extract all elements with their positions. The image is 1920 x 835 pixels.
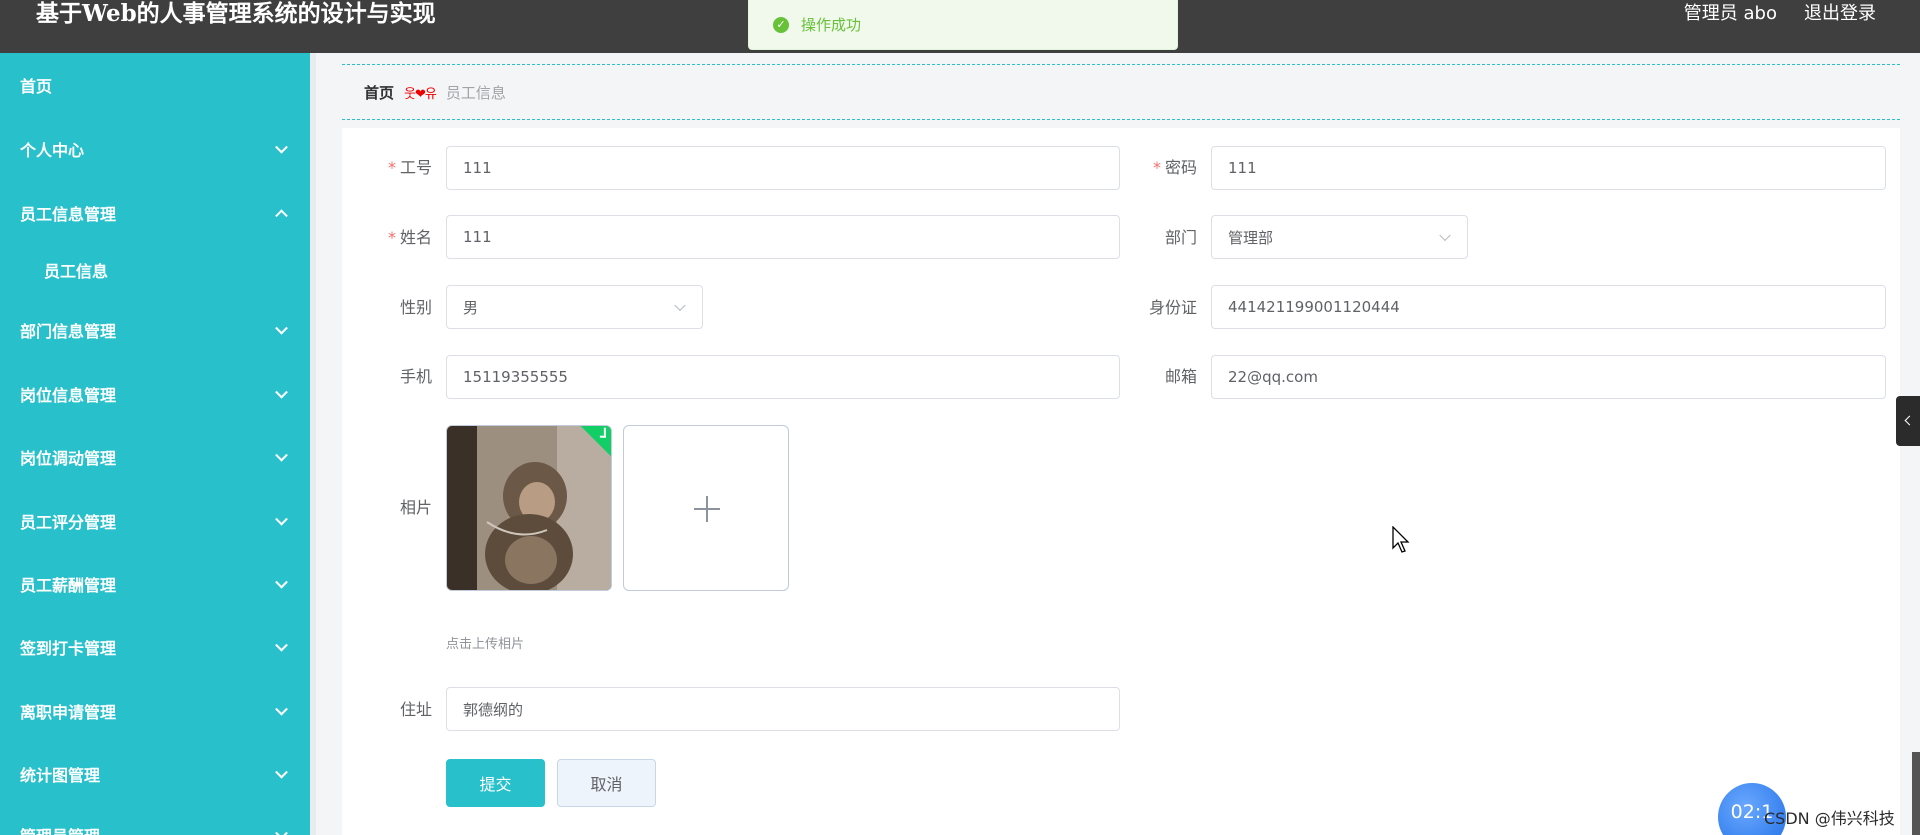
chevron-down-icon xyxy=(275,702,288,716)
scrollbar-edge xyxy=(1912,752,1920,835)
sidebar-item-label: 岗位信息管理 xyxy=(20,386,117,405)
sidebar-item-employee-rating-mgmt[interactable]: 员工评分管理 xyxy=(0,496,310,546)
password-field[interactable]: 111 xyxy=(1211,146,1886,190)
sidebar-item-label: 首页 xyxy=(20,77,53,96)
sidebar-item-post-transfer-mgmt[interactable]: 岗位调动管理 xyxy=(0,432,310,482)
password-label: * 密码 xyxy=(1152,158,1197,177)
gender-select-value: 男 xyxy=(463,298,479,317)
breadcrumb-separator: 웃❤유 xyxy=(404,86,437,102)
sidebar-item-label: 管理员管理 xyxy=(20,823,100,835)
check-circle-icon: ✓ xyxy=(773,16,789,33)
phone-field[interactable]: 15119355555 xyxy=(446,355,1120,399)
sidebar-item-label: 员工信息管理 xyxy=(20,205,117,224)
sidebar-subitem-employee-info[interactable]: 员工信息 xyxy=(0,245,310,295)
success-toast: ✓ 操作成功 xyxy=(748,0,1178,50)
chevron-down-icon xyxy=(275,826,288,835)
logout-link[interactable]: 退出登录 xyxy=(1804,2,1876,26)
sidebar-item-label: 员工信息 xyxy=(44,262,109,281)
sidebar-item-employee-info-mgmt[interactable]: 员工信息管理 xyxy=(0,188,310,238)
sidebar-item-label: 员工薪酬管理 xyxy=(20,576,117,595)
sidebar-item-label: 岗位调动管理 xyxy=(20,449,117,468)
breadcrumb-home[interactable]: 首页 xyxy=(364,82,394,103)
upload-tip: 点击上传相片 xyxy=(446,637,525,652)
sidebar-item-personal-center[interactable]: 个人中心 xyxy=(0,124,310,174)
sidebar-item-label: 部门信息管理 xyxy=(20,322,117,341)
sidebar-item-post-info-mgmt[interactable]: 岗位信息管理 xyxy=(0,369,310,419)
sidebar-item-dept-info-mgmt[interactable]: 部门信息管理 xyxy=(0,305,310,355)
job-no-label: * 工号 xyxy=(387,158,432,177)
chevron-down-icon xyxy=(275,575,288,589)
sidebar-item-label: 员工评分管理 xyxy=(20,513,117,532)
upload-photo-button[interactable] xyxy=(623,425,789,591)
address-field[interactable]: 郭德纲的 xyxy=(446,687,1120,731)
submit-button[interactable]: 提交 xyxy=(446,759,545,807)
breadcrumb: 首页 웃❤유 员工信息 xyxy=(342,64,1900,120)
id-card-field[interactable]: 441421199001120444 xyxy=(1211,285,1886,329)
chevron-down-icon xyxy=(275,321,288,335)
dept-label: 部门 xyxy=(1164,228,1197,247)
current-user: 管理员 abo xyxy=(1683,3,1777,24)
dept-select[interactable]: 管理部 xyxy=(1211,215,1468,259)
email-label: 邮箱 xyxy=(1164,367,1197,386)
breadcrumb-current: 员工信息 xyxy=(445,83,506,102)
sidebar-item-salary-mgmt[interactable]: 员工薪酬管理 xyxy=(0,559,310,609)
sidebar-item-home[interactable]: 首页 xyxy=(0,60,310,110)
sidebar-item-label: 个人中心 xyxy=(20,141,85,160)
sidebar-item-label: 签到打卡管理 xyxy=(20,639,117,658)
sidebar-item-label: 统计图管理 xyxy=(20,766,101,785)
app-title: 基于Web的人事管理系统的设计与实现 xyxy=(36,0,436,27)
email-field[interactable]: 22@qq.com xyxy=(1211,355,1886,399)
cancel-button[interactable]: 取消 xyxy=(557,759,656,807)
sidebar-item-admin-mgmt[interactable]: 管理员管理 xyxy=(0,810,310,835)
chevron-down-icon xyxy=(275,765,288,779)
sidebar-item-label: 离职申请管理 xyxy=(20,703,117,722)
monkey-photo-image xyxy=(447,426,611,590)
name-field[interactable]: 111 xyxy=(446,215,1120,259)
uploaded-photo[interactable] xyxy=(446,425,612,591)
chevron-down-icon xyxy=(275,448,288,462)
chevron-down-icon xyxy=(674,299,686,312)
chevron-down-icon xyxy=(275,140,288,154)
sidebar-item-resignation-mgmt[interactable]: 离职申请管理 xyxy=(0,686,310,736)
photo-label: 相片 xyxy=(399,498,432,517)
name-label: * 姓名 xyxy=(387,228,432,247)
address-label: 住址 xyxy=(399,700,432,719)
chevron-down-icon xyxy=(1439,229,1451,242)
chevron-down-icon xyxy=(275,638,288,652)
toast-message: 操作成功 xyxy=(801,16,862,34)
sidebar-item-statistics-mgmt[interactable]: 统计图管理 xyxy=(0,749,310,799)
job-no-field[interactable]: 111 xyxy=(446,146,1120,190)
sidebar-menu: 首页 个人中心 员工信息管理 员工信息 部门信息管理 岗位信息管理 岗位调动管理… xyxy=(0,53,310,835)
gender-label: 性别 xyxy=(399,298,432,317)
sidebar-item-checkin-mgmt[interactable]: 签到打卡管理 xyxy=(0,622,310,672)
watermark: CSDN @伟兴科技 xyxy=(1764,809,1895,828)
mouse-cursor-icon xyxy=(1392,525,1410,558)
phone-label: 手机 xyxy=(399,367,432,386)
id-card-label: 身份证 xyxy=(1148,298,1197,317)
chevron-up-icon xyxy=(275,209,288,223)
chevron-down-icon xyxy=(275,385,288,399)
gender-select[interactable]: 男 xyxy=(446,285,703,329)
dept-select-value: 管理部 xyxy=(1228,228,1274,247)
chevron-down-icon xyxy=(275,512,288,526)
collapse-panel-button[interactable] xyxy=(1896,396,1920,446)
